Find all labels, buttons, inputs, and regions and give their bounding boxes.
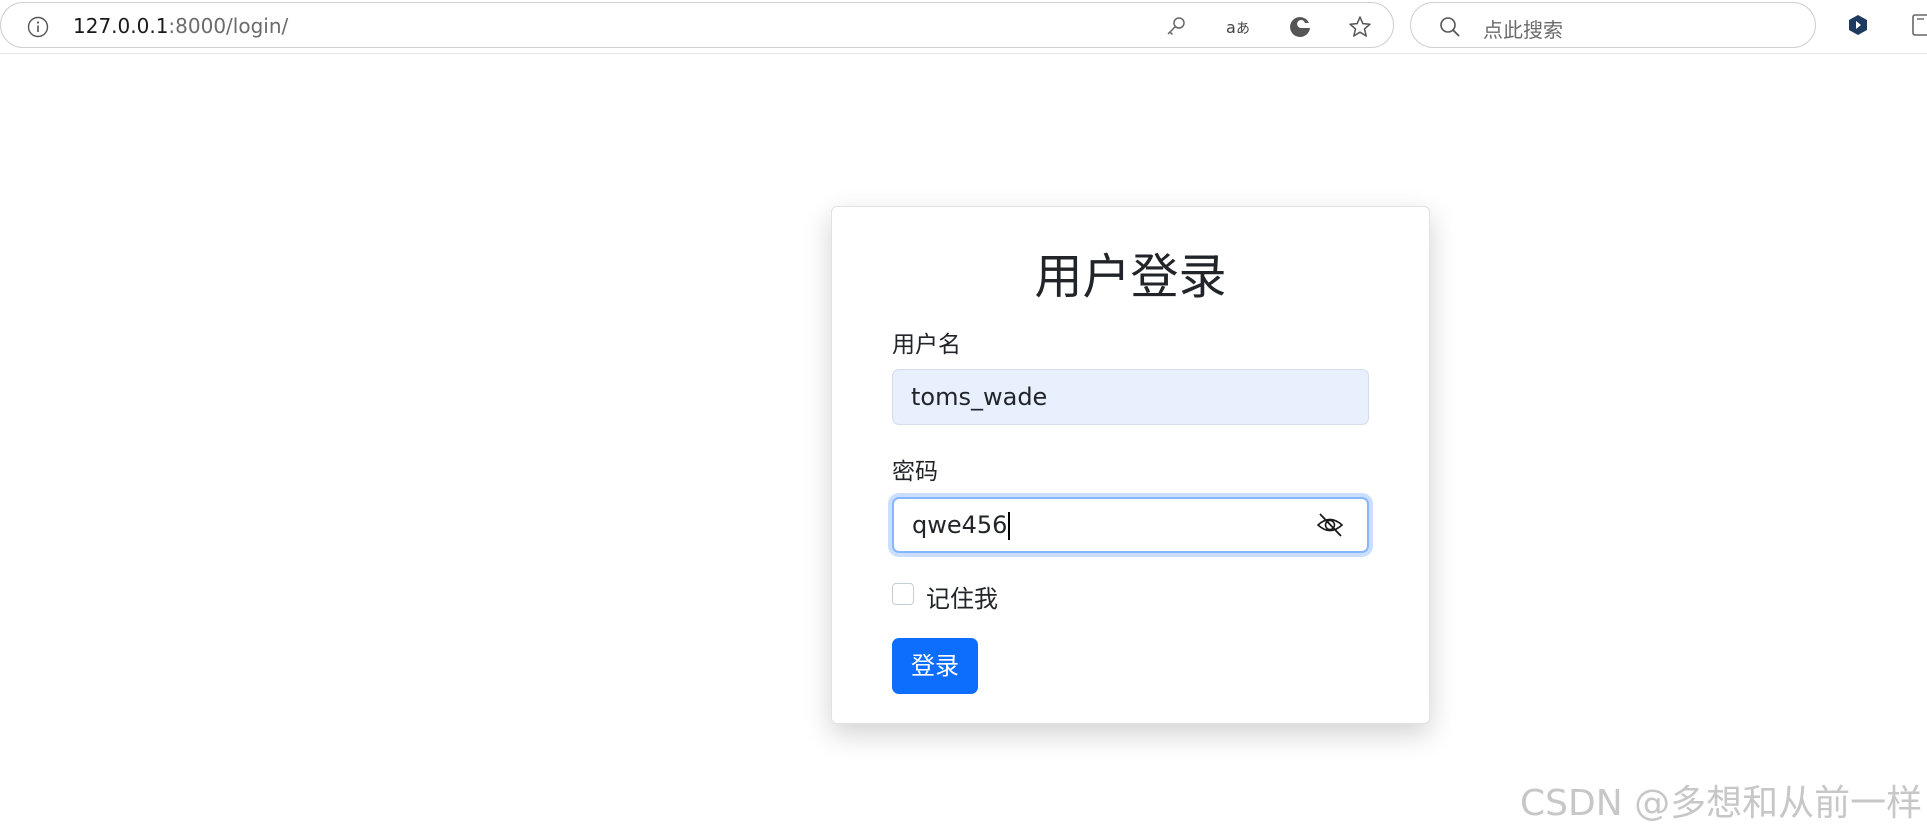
url-path: :8000/login/ [168,14,289,38]
text-caret [1008,512,1010,540]
info-icon[interactable] [27,16,49,38]
username-label: 用户名 [892,332,961,358]
remember-me-label[interactable]: 记住我 [926,579,998,614]
browser-toolbar: 127.0.0.1:8000/login/ a あ 点此搜索 [0,0,1927,54]
read-aloud-icon[interactable]: a あ [1225,14,1251,40]
search-bar[interactable]: 点此搜索 [1410,2,1816,48]
login-card: 用户登录 用户名 toms_wade 密码 qwe456 记住我 登录 [831,206,1430,724]
url-text[interactable]: 127.0.0.1:8000/login/ [73,14,288,38]
eye-off-icon[interactable] [1315,511,1345,539]
svg-text:あ: あ [1236,21,1250,37]
key-icon[interactable] [1163,14,1189,40]
url-host: 127.0.0.1 [73,14,169,38]
password-input[interactable]: qwe456 [892,497,1369,553]
password-value: qwe456 [912,511,1008,539]
password-label: 密码 [892,459,938,485]
svg-text:a: a [1226,18,1236,37]
username-value: toms_wade [911,383,1048,411]
remember-me-checkbox[interactable] [892,583,914,605]
search-placeholder: 点此搜索 [1483,18,1563,42]
edge-icon[interactable] [1287,14,1313,40]
page-title: 用户登录 [1034,249,1227,305]
username-input[interactable]: toms_wade [892,369,1369,425]
star-icon[interactable] [1347,14,1373,40]
search-icon [1440,17,1460,37]
extension-icon[interactable] [1846,13,1870,37]
watermark: CSDN @多想和从前一样 [1520,783,1923,824]
sidebar-toggle-icon[interactable] [1912,13,1927,37]
address-bar[interactable]: 127.0.0.1:8000/login/ a あ [0,2,1394,48]
login-button[interactable]: 登录 [892,638,978,694]
